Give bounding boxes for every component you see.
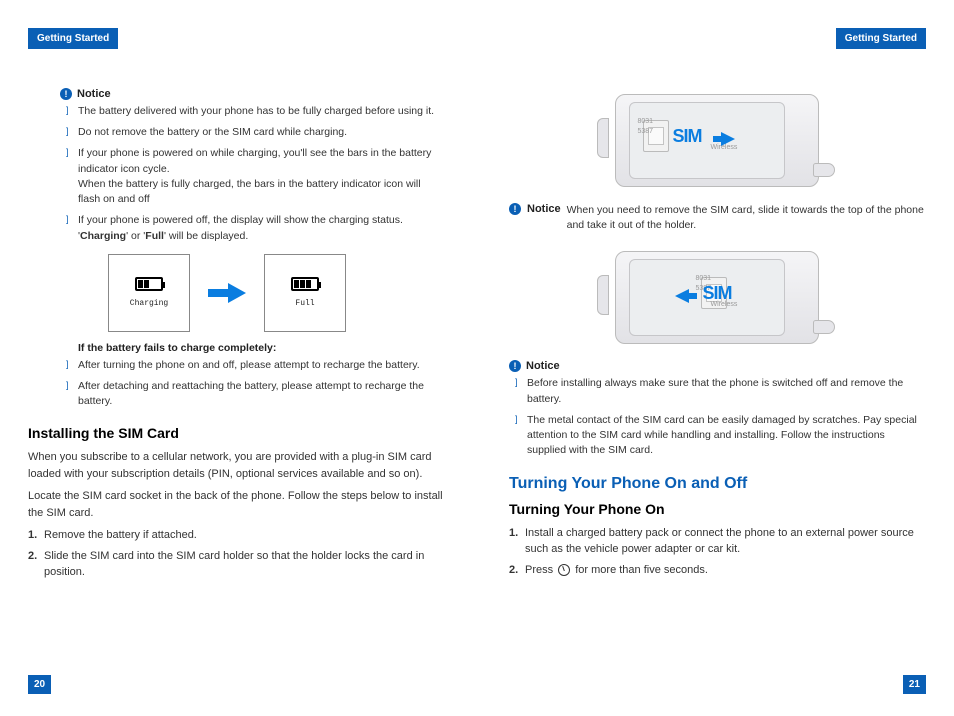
left-content: ! Notice The battery delivered with your… xyxy=(60,88,445,581)
notice-item: Do not remove the battery or the SIM car… xyxy=(78,125,445,140)
header-tab-left: Getting Started xyxy=(28,28,118,49)
turn-on-steps: 1.Install a charged battery pack or conn… xyxy=(509,525,926,579)
header-tab-right: Getting Started xyxy=(836,28,926,49)
fail-item: After detaching and reattaching the batt… xyxy=(78,379,445,409)
sim-step-1: 1.Remove the battery if attached. xyxy=(28,527,445,544)
notice-item: Before installing always make sure that … xyxy=(527,376,926,406)
notice-inline-text: When you need to remove the SIM card, sl… xyxy=(567,203,926,233)
battery-charging-box: Charging xyxy=(108,254,190,332)
notice-item: The metal contact of the SIM card can be… xyxy=(527,413,926,459)
sim-paragraph-2: Locate the SIM card socket in the back o… xyxy=(28,488,445,521)
arrow-right-icon xyxy=(721,132,735,146)
sim-install-heading: Installing the SIM Card xyxy=(28,425,445,441)
wireless-label: Wireless xyxy=(711,301,738,308)
charging-text: Charging xyxy=(130,299,168,308)
sim-steps: 1.Remove the battery if attached. 2.Slid… xyxy=(28,527,445,581)
arrow-left-icon xyxy=(675,289,689,303)
sim-label: SIM xyxy=(673,126,702,147)
sim-paragraph-1: When you subscribe to a cellular network… xyxy=(28,449,445,482)
notice-label: Notice xyxy=(77,88,111,100)
notice-inline: ! Notice When you need to remove the SIM… xyxy=(509,203,926,233)
charging-figure: Charging Full xyxy=(108,254,445,332)
arrow-right-icon xyxy=(208,283,246,303)
page-left: Getting Started ! Notice The battery del… xyxy=(0,0,477,716)
code-label: 8031 xyxy=(696,275,712,282)
turn-on-step-1: 1.Install a charged battery pack or conn… xyxy=(509,525,926,558)
turning-heading: Turning Your Phone On and Off xyxy=(509,475,926,493)
phone-figure-remove: 8031 5387 SIM Wireless xyxy=(509,245,926,350)
full-text: Full xyxy=(295,299,314,308)
notice-header-2: ! Notice xyxy=(509,360,926,372)
code-label: 8031 xyxy=(638,118,654,125)
turning-on-heading: Turning Your Phone On xyxy=(509,501,926,517)
full-bold: Full xyxy=(145,230,164,242)
step-text: Install a charged battery pack or connec… xyxy=(525,527,914,556)
charging-bold: Charging xyxy=(80,230,126,242)
notice-item: If your phone is powered on while chargi… xyxy=(78,146,445,207)
notice-label: Notice xyxy=(527,203,561,215)
code-label: 5387 xyxy=(638,128,654,135)
alert-icon: ! xyxy=(509,360,521,372)
sim-step-2: 2.Slide the SIM card into the SIM card h… xyxy=(28,548,445,581)
phone-figure-insert: 8031 5387 SIM Wireless xyxy=(509,88,926,193)
step-text: Remove the battery if attached. xyxy=(44,529,197,541)
turn-on-step-2: 2.Press for more than five seconds. xyxy=(509,562,926,579)
fail-list: After turning the phone on and off, plea… xyxy=(60,358,445,410)
alert-icon: ! xyxy=(60,88,72,100)
page-right: Getting Started 8031 5387 SIM Wireless !… xyxy=(477,0,954,716)
battery-icon xyxy=(291,277,319,291)
battery-full-box: Full xyxy=(264,254,346,332)
battery-icon xyxy=(135,277,163,291)
alert-icon: ! xyxy=(509,203,521,215)
right-content: 8031 5387 SIM Wireless ! Notice When you… xyxy=(509,88,926,578)
step-text-prefix: Press xyxy=(525,564,556,576)
notice-list-1: The battery delivered with your phone ha… xyxy=(60,104,445,244)
notice-header-1: ! Notice xyxy=(60,88,445,100)
page-number-right: 21 xyxy=(903,675,926,694)
fail-item: After turning the phone on and off, plea… xyxy=(78,358,445,373)
fail-heading: If the battery fails to charge completel… xyxy=(78,342,445,354)
notice-item: If your phone is powered off, the displa… xyxy=(78,213,445,243)
page-number-left: 20 xyxy=(28,675,51,694)
power-icon xyxy=(558,564,570,576)
step-text-suffix: for more than five seconds. xyxy=(572,564,708,576)
notice-list-2: Before installing always make sure that … xyxy=(509,376,926,458)
notice-item: The battery delivered with your phone ha… xyxy=(78,104,445,119)
step-text: Slide the SIM card into the SIM card hol… xyxy=(44,550,424,579)
notice-label: Notice xyxy=(526,360,560,372)
